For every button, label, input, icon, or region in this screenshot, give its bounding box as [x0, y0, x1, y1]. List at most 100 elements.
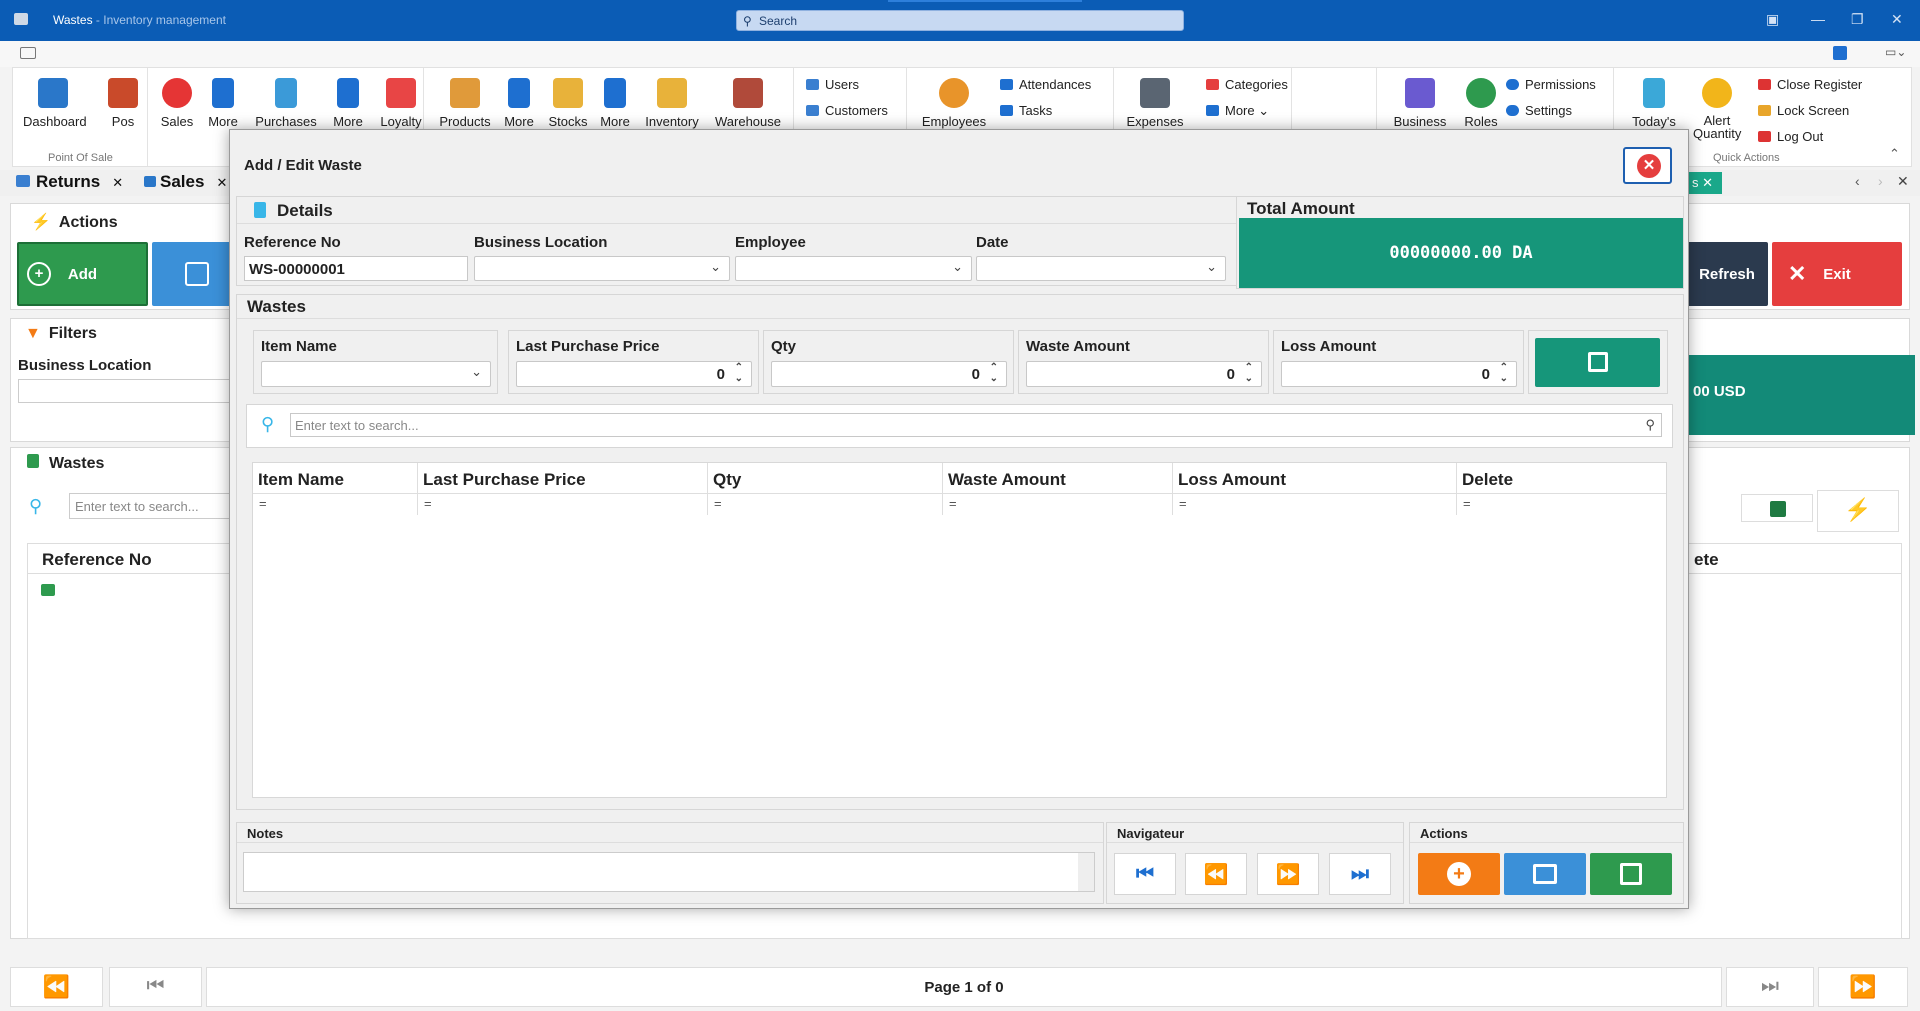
- ribbon-more-products-button[interactable]: More: [499, 78, 539, 129]
- filter-cell[interactable]: =: [1457, 493, 1666, 515]
- ribbon-close-register-button[interactable]: Close Register: [1758, 77, 1862, 92]
- app-icon[interactable]: [14, 13, 28, 25]
- tab-sales[interactable]: Sales ✕: [144, 172, 227, 194]
- item-search-input[interactable]: Enter text to search... ⚲: [290, 413, 1662, 437]
- close-tab-icon[interactable]: ✕: [216, 175, 227, 190]
- ribbon-more-stocks-button[interactable]: More: [595, 78, 635, 129]
- print-button[interactable]: [1504, 853, 1586, 895]
- spin-arrows-icon[interactable]: ⌃ ⌄: [735, 362, 743, 384]
- nav-last-button[interactable]: ⏭: [1329, 853, 1391, 895]
- qty-input[interactable]: 0 ⌃ ⌄: [771, 361, 1007, 387]
- ribbon-sales-button[interactable]: Sales: [153, 78, 201, 129]
- ribbon-settings-button[interactable]: Settings: [1506, 103, 1572, 118]
- pager-next-page-icon[interactable]: ⏩: [1818, 967, 1908, 1007]
- ribbon-inventory-button[interactable]: Inventory: [637, 78, 707, 129]
- ribbon-warehouse-button[interactable]: Warehouse: [710, 78, 786, 129]
- collapse-ribbon-chevron-icon[interactable]: ⌃: [1889, 146, 1900, 162]
- close-all-tabs-icon[interactable]: ✕: [1897, 173, 1909, 190]
- textarea-scrollbar[interactable]: [1078, 853, 1094, 891]
- tab-returns[interactable]: Returns ✕: [16, 172, 123, 194]
- nav-next-button[interactable]: ⏩: [1257, 853, 1319, 895]
- close-window-button[interactable]: ✕: [1891, 11, 1903, 28]
- nav-first-button[interactable]: ⏮: [1114, 853, 1176, 895]
- layout-icon[interactable]: [1833, 46, 1847, 60]
- ribbon-products-button[interactable]: Products: [433, 78, 497, 129]
- new-waste-button[interactable]: +: [1418, 853, 1500, 895]
- ribbon-permissions-button[interactable]: Permissions: [1506, 77, 1596, 92]
- ribbon-expenses-button[interactable]: Expenses: [1121, 78, 1189, 129]
- column-delete[interactable]: Delete: [1457, 463, 1666, 493]
- close-dialog-button[interactable]: ✕: [1623, 147, 1672, 184]
- loss-amount-input[interactable]: 0 ⌃ ⌄: [1281, 361, 1517, 387]
- spin-arrows-icon[interactable]: ⌃ ⌄: [990, 362, 998, 384]
- ribbon-employees-button[interactable]: Employees: [916, 78, 992, 129]
- column-delete[interactable]: ete: [1694, 550, 1719, 570]
- close-tab-icon[interactable]: ✕: [112, 175, 123, 190]
- column-item-name[interactable]: Item Name: [253, 463, 418, 493]
- ribbon-users-button[interactable]: Users: [806, 77, 859, 92]
- ribbon-todays-button[interactable]: Today's: [1626, 78, 1682, 129]
- column-waste-amount[interactable]: Waste Amount: [943, 463, 1173, 493]
- pager-last-icon[interactable]: ⏭: [1726, 967, 1814, 1007]
- ribbon-categories-button[interactable]: Categories: [1206, 77, 1288, 92]
- notes-textarea[interactable]: [243, 852, 1095, 892]
- column-qty[interactable]: Qty: [708, 463, 943, 493]
- ribbon-alert-quantity-button[interactable]: Alert Quantity: [1693, 78, 1741, 140]
- filter-cell[interactable]: =: [253, 493, 418, 515]
- item-name-select[interactable]: ⌄: [261, 361, 491, 387]
- ribbon-business-button[interactable]: Business: [1385, 78, 1455, 129]
- ribbon-pos-button[interactable]: Pos: [103, 78, 143, 129]
- save-line-button[interactable]: [1535, 338, 1660, 387]
- ribbon-more-sales-button[interactable]: More: [203, 78, 243, 129]
- refresh-button[interactable]: Refresh: [1686, 242, 1768, 306]
- ribbon-customers-button[interactable]: Customers: [806, 103, 888, 118]
- nav-previous-button[interactable]: ⏪: [1185, 853, 1247, 895]
- spin-arrows-icon[interactable]: ⌃ ⌄: [1245, 362, 1253, 384]
- export-excel-button[interactable]: [1741, 494, 1813, 522]
- business-location-select[interactable]: ⌄: [474, 256, 730, 281]
- ribbon-tasks-button[interactable]: Tasks: [1000, 103, 1052, 118]
- ribbon-roles-button[interactable]: Roles: [1459, 78, 1503, 129]
- grid-filter-icon[interactable]: [41, 584, 55, 596]
- pager-prev-page-icon[interactable]: ⏪: [10, 967, 103, 1007]
- collapse-ribbon-icon[interactable]: ▭⌄: [1885, 45, 1906, 59]
- reference-no-field[interactable]: WS-00000001: [244, 256, 468, 281]
- tab-scroll-left-icon[interactable]: ‹: [1855, 173, 1860, 189]
- ribbon-menu-icon[interactable]: [20, 47, 36, 59]
- filter-cell[interactable]: =: [708, 493, 943, 515]
- filter-cell[interactable]: =: [418, 493, 708, 515]
- global-search-input[interactable]: ⚲ Search: [736, 10, 1184, 31]
- tab-wastes-active[interactable]: s ✕: [1686, 172, 1722, 194]
- wastes-search-input[interactable]: Enter text to search...: [69, 493, 239, 519]
- last-purchase-price-input[interactable]: 0 ⌃ ⌄: [516, 361, 752, 387]
- column-loss-amount[interactable]: Loss Amount: [1173, 463, 1457, 493]
- ribbon-more-purchases-button[interactable]: More: [323, 78, 373, 129]
- ribbon-dashboard-button[interactable]: Dashboard: [23, 78, 87, 129]
- tab-scroll-right-icon[interactable]: ›: [1878, 173, 1883, 189]
- business-location-filter[interactable]: [18, 379, 238, 403]
- trash-icon: [27, 454, 39, 468]
- ribbon-more-expenses-button[interactable]: More ⌄: [1206, 103, 1269, 119]
- ribbon-purchases-button[interactable]: Purchases: [246, 78, 326, 129]
- filter-cell[interactable]: =: [1173, 493, 1457, 515]
- ribbon-attendances-button[interactable]: Attendances: [1000, 77, 1091, 92]
- ribbon-stocks-button[interactable]: Stocks: [543, 78, 593, 129]
- ribbon-log-out-button[interactable]: Log Out: [1758, 129, 1823, 144]
- waste-amount-input[interactable]: 0 ⌃ ⌄: [1026, 361, 1262, 387]
- column-reference-no[interactable]: Reference No: [42, 550, 152, 570]
- pager-first-icon[interactable]: ⏮: [109, 967, 202, 1007]
- restore-panel-icon[interactable]: ▣: [1766, 11, 1779, 28]
- employee-select[interactable]: ⌄: [735, 256, 972, 281]
- exit-button[interactable]: ✕ Exit: [1772, 242, 1902, 306]
- maximize-button[interactable]: ❐: [1851, 11, 1864, 28]
- filter-cell[interactable]: =: [943, 493, 1173, 515]
- quick-action-lightning-button[interactable]: ⚡: [1817, 490, 1899, 532]
- minimize-button[interactable]: —: [1811, 11, 1825, 27]
- column-last-purchase-price[interactable]: Last Purchase Price: [418, 463, 708, 493]
- save-waste-button[interactable]: [1590, 853, 1672, 895]
- date-picker[interactable]: ⌄: [976, 256, 1226, 281]
- add-button[interactable]: + Add: [17, 242, 148, 306]
- ribbon-loyalty-button[interactable]: Loyalty: [371, 78, 431, 129]
- spin-arrows-icon[interactable]: ⌃ ⌄: [1500, 362, 1508, 384]
- ribbon-lock-screen-button[interactable]: Lock Screen: [1758, 103, 1849, 118]
